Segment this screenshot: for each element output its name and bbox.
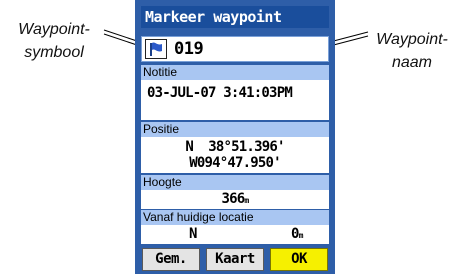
screen-title: Markeer waypoint	[141, 6, 329, 28]
altitude-value: 366	[221, 191, 246, 207]
altitude-label: Hoogte	[141, 175, 329, 190]
position-longitude: W094°47.950'	[189, 155, 281, 171]
distance-value-group: 0m	[291, 225, 303, 245]
distance-value: 0	[291, 226, 299, 242]
distance-bearing: N	[189, 226, 197, 242]
waypoint-symbol-button[interactable]	[145, 39, 167, 59]
waypoint-name-field[interactable]: 019	[174, 38, 204, 60]
ok-button[interactable]: OK	[270, 248, 328, 271]
callout-waypoint-symbol-line2: symbool	[24, 44, 84, 61]
callout-waypoint-name-line1: Waypoint-	[376, 31, 448, 48]
callout-waypoint-name-line2: naam	[391, 54, 433, 71]
distance-field: N 0m	[141, 225, 329, 244]
altitude-field[interactable]: 366m	[141, 190, 329, 209]
altitude-unit: m	[244, 196, 249, 205]
callout-waypoint-symbol-line1: Waypoint-	[18, 21, 90, 38]
position-field[interactable]: N 38°51.396' W094°47.950'	[141, 137, 329, 173]
gps-screen: Markeer waypoint 019 Notitie 03-JUL-07 3…	[135, 0, 335, 274]
callout-waypoint-name: Waypoint- naam	[356, 28, 468, 74]
blue-flag-icon	[150, 42, 162, 56]
position-label: Positie	[141, 122, 329, 137]
waypoint-name-row[interactable]: 019	[141, 36, 329, 62]
distance-unit: m	[298, 231, 304, 240]
distance-label: Vanaf huidige locatie	[141, 210, 329, 225]
callout-waypoint-symbol: Waypoint- symbool	[2, 18, 106, 64]
note-field[interactable]: 03-JUL-07 3:41:03PM	[141, 80, 329, 120]
map-button[interactable]: Kaart	[206, 248, 264, 271]
average-button[interactable]: Gem.	[142, 248, 200, 271]
note-label: Notitie	[141, 65, 329, 80]
position-latitude: N 38°51.396'	[185, 139, 285, 155]
